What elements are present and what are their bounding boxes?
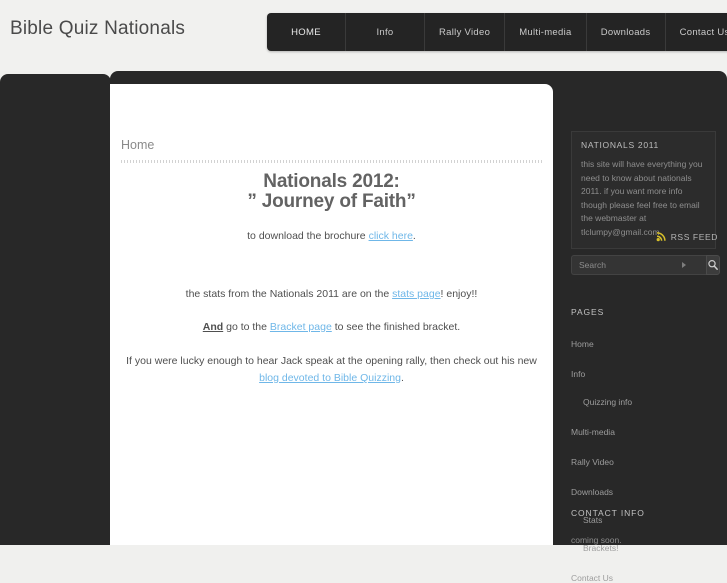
bracket-mid: go to the [223, 321, 270, 333]
search-input[interactable] [571, 255, 706, 275]
search-button[interactable] [706, 255, 720, 275]
bracket-suffix: to see the finished bracket. [331, 321, 461, 333]
sidebar-page-home[interactable]: Home [571, 317, 716, 349]
nav-item-multi-media[interactable]: Multi-media [505, 13, 587, 51]
magnifier-icon [707, 259, 719, 271]
breadcrumb: Home [121, 138, 155, 152]
breadcrumb-divider [121, 160, 542, 163]
contact-info-title: CONTACT INFO [571, 508, 645, 518]
sidebar-page-contact-us[interactable]: Contact Us [571, 553, 716, 583]
sidebar-page-info[interactable]: Info [571, 349, 716, 379]
brochure-suffix: . [412, 230, 416, 242]
bracket-emphasis: And [202, 321, 224, 333]
widget-nationals-title: NATIONALS 2011 [581, 140, 659, 150]
main-navigation: HOME Info Rally Video Multi-media Downlo… [267, 13, 727, 51]
brochure-prefix: to download the brochure [247, 230, 369, 242]
sidebar-page-rally-video[interactable]: Rally Video [571, 437, 716, 467]
nav-item-rally-video[interactable]: Rally Video [425, 13, 506, 51]
paragraph-bracket: And go to the Bracket page to see the fi… [121, 320, 542, 334]
page-title: Nationals 2012: ” Journey of Faith” [121, 172, 542, 212]
nav-item-downloads[interactable]: Downloads [587, 13, 666, 51]
search-form [571, 255, 720, 275]
nav-item-home[interactable]: HOME [267, 13, 346, 51]
stats-suffix: ! enjoy!! [440, 288, 478, 300]
nav-item-contact-us[interactable]: Contact Us [666, 13, 727, 51]
click-here-link[interactable]: click here [369, 230, 413, 242]
page-title-line2: ” Journey of Faith” [247, 191, 416, 212]
sidebar-page-downloads[interactable]: Downloads [571, 467, 716, 497]
sidebar: NATIONALS 2011 this site will have every… [560, 71, 727, 583]
blog-suffix: . [400, 372, 404, 384]
stats-page-link[interactable]: stats page [392, 288, 440, 300]
rss-icon [656, 231, 667, 242]
rss-feed-link[interactable]: RSS FEED [656, 231, 718, 242]
site-header: Bible Quiz Nationals HOME Info Rally Vid… [0, 0, 727, 71]
pages-section-title: PAGES [571, 307, 605, 317]
blog-prefix: If you were lucky enough to hear Jack sp… [126, 355, 537, 367]
entry-content: Nationals 2012: ” Journey of Faith” to d… [121, 172, 542, 387]
contact-info-section: CONTACT INFO coming soon. [571, 508, 716, 545]
content-panel: Home Nationals 2012: ” Journey of Faith”… [110, 84, 553, 545]
rss-feed-label: RSS FEED [670, 231, 718, 242]
sidebar-page-quizzing-info[interactable]: Quizzing info [571, 379, 716, 407]
nav-item-info[interactable]: Info [346, 13, 425, 51]
paragraph-stats: the stats from the Nationals 2011 are on… [121, 287, 542, 301]
blog-link[interactable]: blog devoted to Bible Quizzing [259, 372, 401, 384]
widget-nationals-body: this site will have everything you need … [581, 159, 703, 237]
paragraph-brochure: to download the brochure click here. [121, 229, 542, 243]
sidebar-page-multi-media[interactable]: Multi-media [571, 407, 716, 437]
stats-prefix: the stats from the Nationals 2011 are on… [185, 288, 393, 300]
paragraph-blog: If you were lucky enough to hear Jack sp… [121, 353, 542, 387]
page-wrapper: Home Nationals 2012: ” Journey of Faith”… [110, 71, 727, 583]
bracket-page-link[interactable]: Bracket page [270, 321, 332, 333]
site-title: Bible Quiz Nationals [10, 18, 186, 39]
page-title-line1: Nationals 2012: [263, 171, 400, 192]
contact-info-body: coming soon. [571, 535, 622, 545]
left-dark-panel [0, 74, 111, 545]
